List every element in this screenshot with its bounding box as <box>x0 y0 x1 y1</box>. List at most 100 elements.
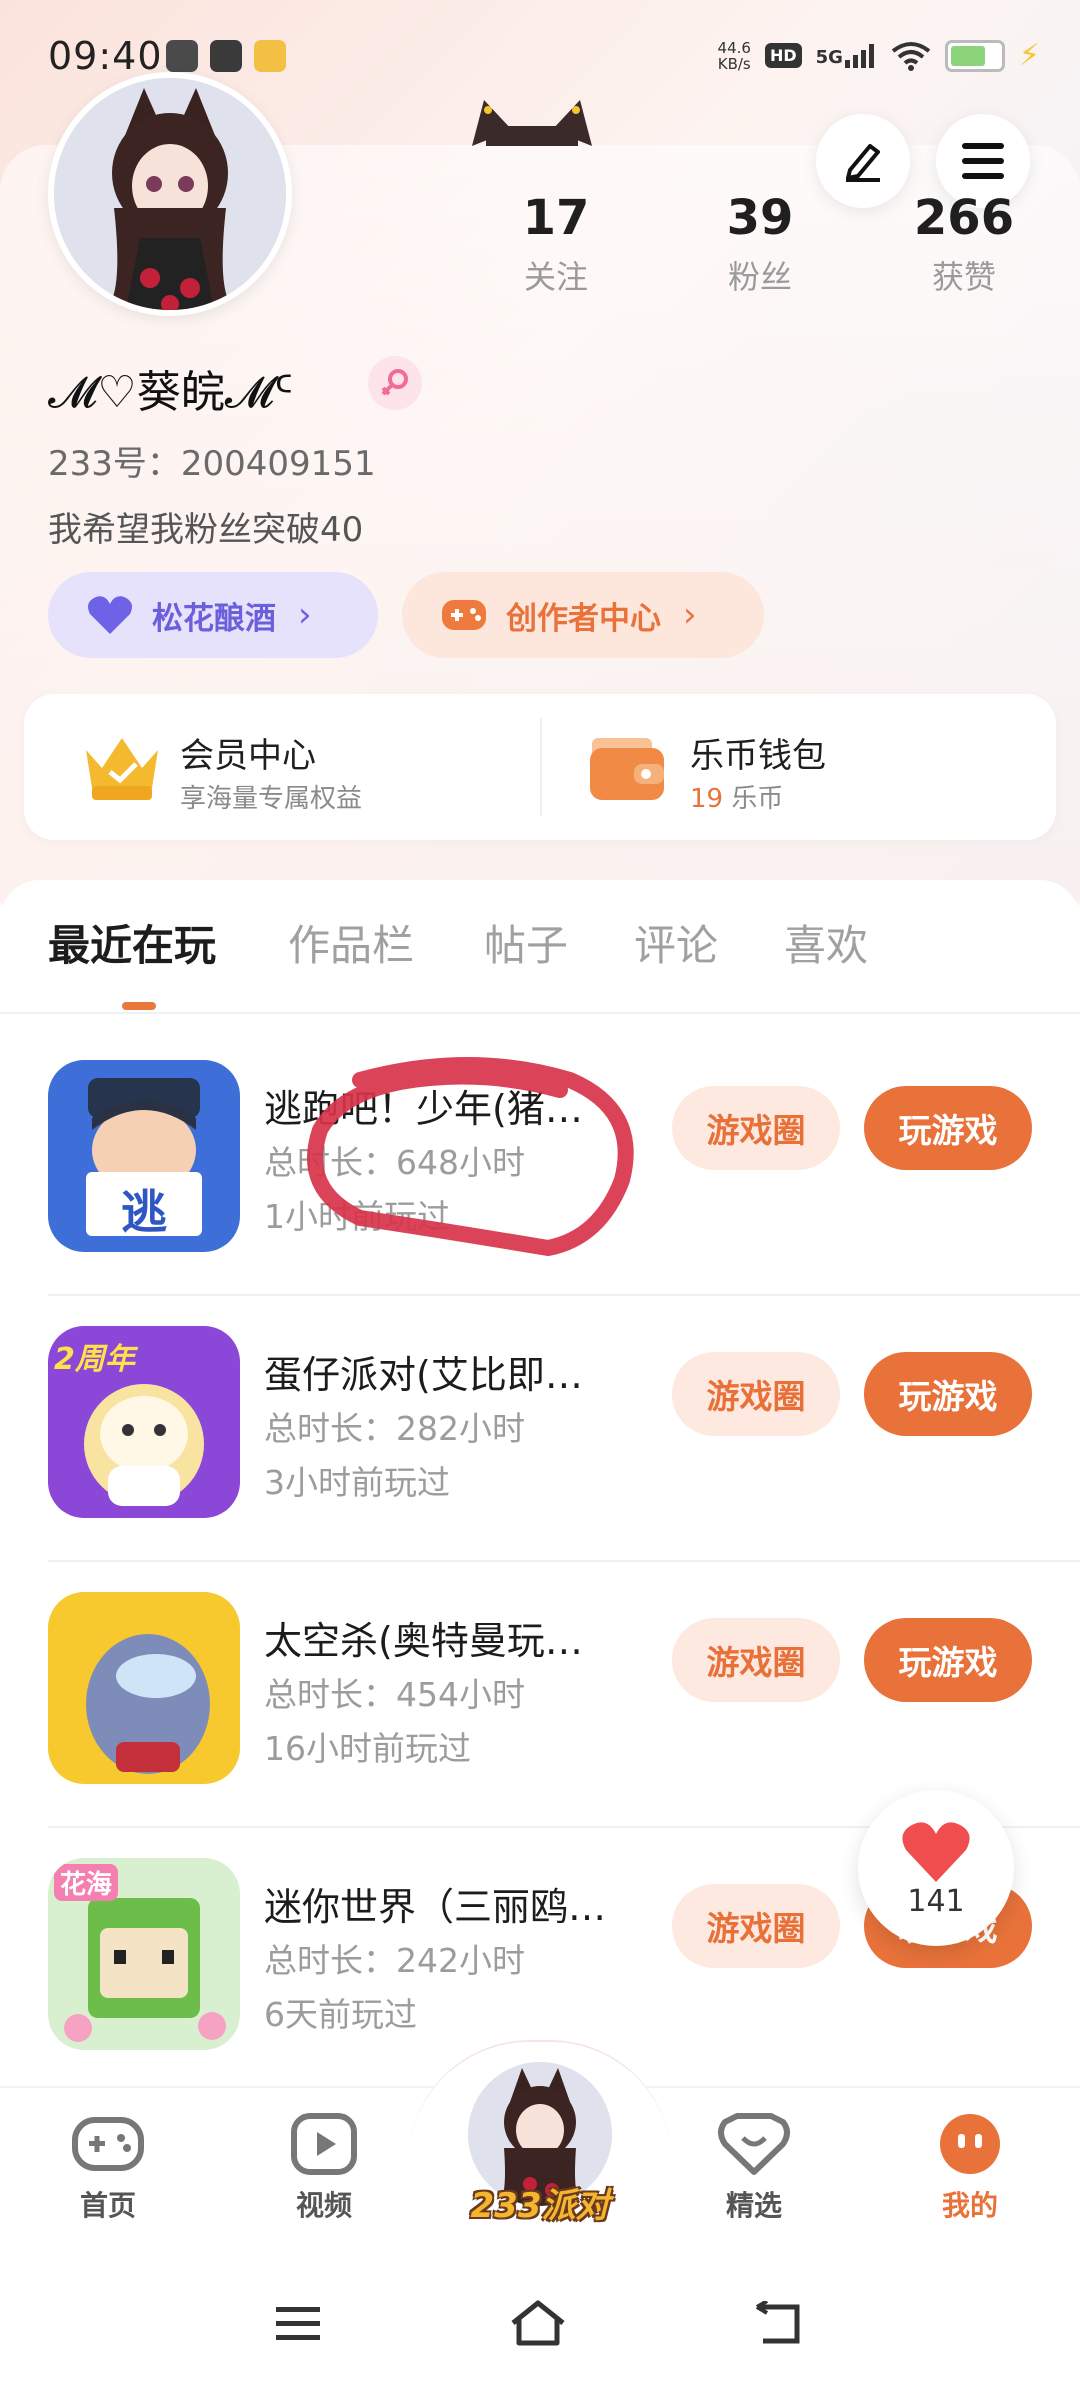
nav-home[interactable]: 首页 <box>38 2112 178 2224</box>
charging-icon: ⚡ <box>1018 38 1040 73</box>
heart-icon <box>88 596 132 634</box>
game-row[interactable]: 太空杀(奥特曼玩… 总时长：454小时 16小时前玩过 游戏圈 玩游戏 <box>0 1562 1080 1828</box>
pencil-icon <box>846 144 880 182</box>
active-tab-indicator <box>122 1002 156 1010</box>
game-duration: 总时长：454小时 <box>264 1675 525 1714</box>
game-last-played: 1小时前玩过 <box>264 1197 450 1236</box>
stat-likes-label: 获赞 <box>931 258 996 296</box>
game-icon <box>48 1592 240 1784</box>
nav-mine[interactable]: 我的 <box>900 2112 1040 2224</box>
gamepad-icon <box>442 600 486 630</box>
like-bubble[interactable]: 141 <box>858 1790 1014 1946</box>
game-icon: 2周年 <box>48 1326 240 1518</box>
home-icon <box>511 2300 565 2346</box>
hd-badge: HD <box>764 43 802 68</box>
game-circle-button[interactable]: 游戏圈 <box>672 1352 840 1436</box>
game-last-played: 3小时前玩过 <box>264 1463 450 1502</box>
profile-tabs: 最近在玩 作品栏 帖子 评论 喜欢 <box>0 912 1080 1012</box>
game-duration: 总时长：242小时 <box>264 1941 525 1980</box>
stat-fans-count: 39 <box>726 190 794 246</box>
avatar-cat-ears-decoration <box>462 96 602 146</box>
game-circle-button[interactable]: 游戏圈 <box>672 1884 840 1968</box>
member-card: 会员中心 享海量专属权益 乐币钱包 19 乐币 <box>24 694 1056 840</box>
nav-video-label: 视频 <box>295 2189 352 2222</box>
bio: 我希望我粉丝突破40 <box>48 510 364 550</box>
stat-fans-label: 粉丝 <box>727 258 792 296</box>
play-game-button[interactable]: 玩游戏 <box>864 1086 1032 1170</box>
chevron-right-icon: › <box>683 595 697 635</box>
stat-following-count: 17 <box>522 190 590 246</box>
user-id: 233号：200409151 <box>48 444 376 484</box>
network-type: 5G <box>815 46 843 68</box>
notification-icon-2 <box>210 40 242 72</box>
heart-badge-icon <box>718 2113 790 2175</box>
game-icon: 花海 <box>48 1858 240 2050</box>
tab-comments[interactable]: 评论 <box>634 912 718 973</box>
vip-title: 会员中心 <box>180 736 316 776</box>
nickname: 𝓜♡葵皖𝓜ᑦ <box>48 367 294 418</box>
gamepad-icon <box>72 2117 144 2171</box>
nav-home-label: 首页 <box>79 2189 136 2222</box>
fan-group-label: 松花酿酒 <box>152 600 276 637</box>
profile-avatar[interactable] <box>48 72 292 316</box>
notification-icon-1 <box>166 40 198 72</box>
play-game-button[interactable]: 玩游戏 <box>864 1352 1032 1436</box>
net-speed: 44.6 KB/s <box>718 40 751 72</box>
game-circle-button[interactable]: 游戏圈 <box>672 1618 840 1702</box>
chevron-right-icon: › <box>298 595 312 635</box>
game-circle-button[interactable]: 游戏圈 <box>672 1086 840 1170</box>
creator-center-label: 创作者中心 <box>506 600 661 637</box>
back-button[interactable] <box>748 2298 808 2348</box>
nav-featured-label: 精选 <box>725 2189 782 2222</box>
tab-recent-playing[interactable]: 最近在玩 <box>48 912 216 973</box>
game-duration: 总时长：282小时 <box>264 1409 525 1448</box>
female-gender-icon <box>368 356 422 410</box>
net-speed-unit: KB/s <box>717 54 751 73</box>
vip-subtitle: 享海量专属权益 <box>180 784 363 814</box>
game-icon-text: 逃 <box>121 1185 167 1239</box>
stat-likes[interactable]: 266 获赞 <box>864 188 1064 298</box>
tab-posts[interactable]: 帖子 <box>484 912 568 973</box>
game-icon-text: 花海 <box>54 1864 119 1901</box>
play-icon <box>291 2113 357 2175</box>
game-last-played: 6天前玩过 <box>264 1995 417 2034</box>
menu-lines-icon <box>276 2307 320 2340</box>
game-name: 逃跑吧！少年(猪… <box>264 1087 583 1131</box>
creator-center-pill[interactable]: 创作者中心 › <box>402 572 764 658</box>
recent-apps-button[interactable] <box>268 2298 328 2348</box>
play-game-button[interactable]: 玩游戏 <box>864 1618 1032 1702</box>
game-row[interactable]: 逃 逃跑吧！少年(猪… 总时长：648小时 1小时前玩过 游戏圈 玩游戏 <box>0 1030 1080 1296</box>
wallet-icon <box>590 738 664 800</box>
nav-video[interactable]: 视频 <box>254 2112 394 2224</box>
tabs-divider <box>0 1012 1080 1014</box>
like-count: 141 <box>907 1884 965 1919</box>
wallet-title: 乐币钱包 <box>690 736 826 776</box>
stat-following[interactable]: 17 关注 <box>456 188 656 298</box>
wallet-unit: 乐币 <box>731 784 784 814</box>
crown-icon <box>86 738 158 800</box>
wallet-entry[interactable]: 乐币钱包 19 乐币 <box>542 694 1056 840</box>
home-button[interactable] <box>508 2298 568 2348</box>
game-row[interactable]: 2周年 蛋仔派对(艾比即… 总时长：282小时 3小时前玩过 游戏圈 玩游戏 <box>0 1296 1080 1562</box>
game-icon-text: 2周年 <box>54 1342 135 1377</box>
game-last-played: 16小时前玩过 <box>264 1729 471 1768</box>
heart-icon <box>902 1822 970 1882</box>
wallet-balance: 19 乐币 <box>690 778 783 815</box>
tab-works[interactable]: 作品栏 <box>288 912 414 973</box>
net-speed-value: 44.6 <box>717 38 751 57</box>
notification-icon-3 <box>254 40 286 72</box>
game-name: 太空杀(奥特曼玩… <box>264 1619 583 1663</box>
nav-party-logo[interactable]: 233派对 <box>462 2178 618 2227</box>
fan-group-pill[interactable]: 松花酿酒 › <box>48 572 378 658</box>
signal-icon: 5G <box>815 43 877 68</box>
nav-featured[interactable]: 精选 <box>684 2112 824 2224</box>
tab-likes[interactable]: 喜欢 <box>784 912 868 973</box>
vip-center-entry[interactable]: 会员中心 享海量专属权益 <box>24 694 540 840</box>
battery-icon <box>944 39 1005 72</box>
nav-mine-label: 我的 <box>941 2189 998 2222</box>
game-icon: 逃 <box>48 1060 240 1252</box>
stat-following-label: 关注 <box>523 258 588 296</box>
back-icon <box>755 2301 800 2344</box>
game-name: 蛋仔派对(艾比即… <box>264 1353 583 1397</box>
stat-fans[interactable]: 39 粉丝 <box>660 188 860 298</box>
